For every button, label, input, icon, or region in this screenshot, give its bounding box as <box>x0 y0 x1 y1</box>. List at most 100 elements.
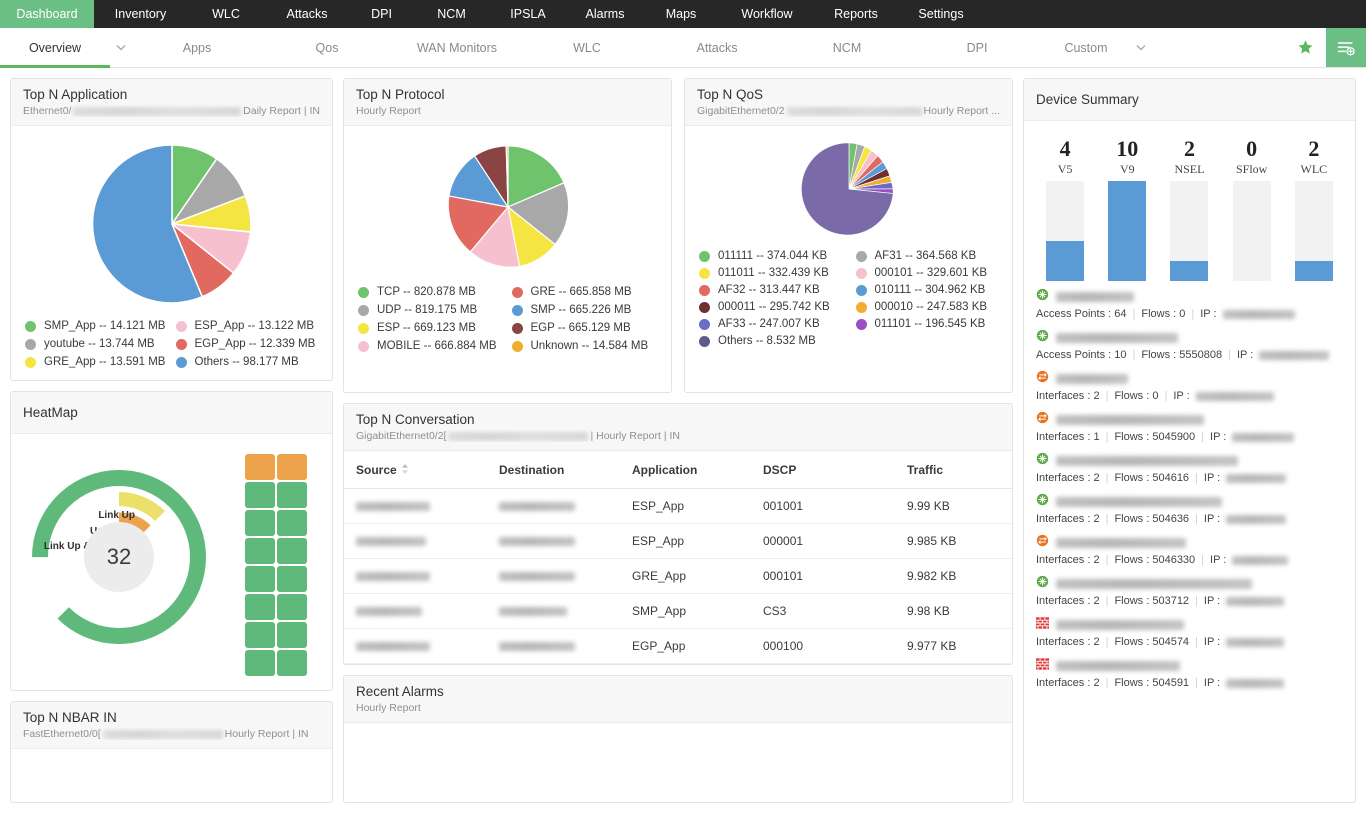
device-list-item[interactable]: Interfaces : 2|Flows : 504591|IP : <box>1036 658 1343 689</box>
tab-apps[interactable]: Apps <box>132 28 262 67</box>
legend-item[interactable]: 011111 -- 374.044 KB <box>699 250 842 262</box>
column-header-source[interactable]: Source <box>344 451 487 489</box>
heatmap-cell[interactable] <box>277 454 307 480</box>
device-bar-wlc[interactable] <box>1295 181 1333 281</box>
heatmap-cell[interactable] <box>245 566 275 592</box>
legend-item[interactable]: GRE -- 665.858 MB <box>512 286 658 298</box>
nav-item-reports[interactable]: Reports <box>815 0 897 28</box>
legend-item[interactable]: 011011 -- 332.439 KB <box>699 267 842 279</box>
chevron-down-icon[interactable] <box>1130 28 1152 67</box>
nav-item-alarms[interactable]: Alarms <box>567 0 643 28</box>
device-list-item[interactable]: Access Points : 64|Flows : 0|IP : <box>1036 289 1343 320</box>
heatmap-cell[interactable] <box>277 622 307 648</box>
nav-item-wlc[interactable]: WLC <box>187 0 265 28</box>
heatmap-cell[interactable] <box>245 482 275 508</box>
tab-custom[interactable]: Custom <box>1042 28 1130 67</box>
device-list-item[interactable]: Interfaces : 1|Flows : 5045900|IP : <box>1036 412 1343 443</box>
legend-item[interactable]: GRE_App -- 13.591 MB <box>25 356 168 368</box>
heatmap-cell[interactable] <box>245 594 275 620</box>
legend-item[interactable]: SMP -- 665.226 MB <box>512 304 658 316</box>
heatmap-cell[interactable] <box>277 650 307 676</box>
nav-item-inventory[interactable]: Inventory <box>94 0 187 28</box>
tab-overview[interactable]: Overview <box>0 28 110 67</box>
nav-item-ncm[interactable]: NCM <box>414 0 489 28</box>
sort-ascending-icon[interactable] <box>401 464 409 476</box>
heatmap-cell[interactable] <box>245 650 275 676</box>
legend-item[interactable]: AF33 -- 247.007 KB <box>699 318 842 330</box>
heatmap-cell[interactable] <box>277 538 307 564</box>
tab-wlc[interactable]: WLC <box>522 28 652 67</box>
legend-item[interactable]: MOBILE -- 666.884 MB <box>358 340 504 352</box>
column-header-dscp[interactable]: DSCP <box>751 451 895 489</box>
nav-item-dashboard[interactable]: Dashboard <box>0 0 94 28</box>
legend-item[interactable]: Others -- 8.532 MB <box>699 335 842 347</box>
device-list-item[interactable]: Interfaces : 2|Flows : 0|IP : <box>1036 371 1343 402</box>
legend-item[interactable]: Unknown -- 14.584 MB <box>512 340 658 352</box>
device-stat-nsel[interactable]: 2NSEL <box>1162 137 1217 177</box>
tab-ncm[interactable]: NCM <box>782 28 912 67</box>
table-row[interactable]: SMP_AppCS39.98 KB <box>344 594 1012 629</box>
legend-item[interactable]: 000010 -- 247.583 KB <box>856 301 999 313</box>
tab-dpi[interactable]: DPI <box>912 28 1042 67</box>
nav-item-settings[interactable]: Settings <box>897 0 985 28</box>
legend-item[interactable]: AF31 -- 364.568 KB <box>856 250 999 262</box>
device-bar-nsel[interactable] <box>1170 181 1208 281</box>
tab-wan-monitors[interactable]: WAN Monitors <box>392 28 522 67</box>
device-list-item[interactable]: Interfaces : 2|Flows : 504636|IP : <box>1036 494 1343 525</box>
legend-item[interactable]: ESP -- 669.123 MB <box>358 322 504 334</box>
legend-item[interactable]: youtube -- 13.744 MB <box>25 338 168 350</box>
device-list-item[interactable]: Access Points : 10|Flows : 5550808|IP : <box>1036 330 1343 361</box>
device-bar-v9[interactable] <box>1108 181 1146 281</box>
table-row[interactable]: ESP_App0010019.99 KB <box>344 489 1012 524</box>
heatmap-cell[interactable] <box>245 538 275 564</box>
tab-qos[interactable]: Qos <box>262 28 392 67</box>
nav-item-workflow[interactable]: Workflow <box>719 0 815 28</box>
device-stat-sflow[interactable]: 0SFlow <box>1224 137 1279 177</box>
nav-item-attacks[interactable]: Attacks <box>265 0 349 28</box>
legend-item[interactable]: 000101 -- 329.601 KB <box>856 267 999 279</box>
legend-item[interactable]: 000011 -- 295.742 KB <box>699 301 842 313</box>
chevron-down-icon[interactable] <box>110 28 132 67</box>
legend-item[interactable]: UDP -- 819.175 MB <box>358 304 504 316</box>
heatmap-cell[interactable] <box>245 510 275 536</box>
legend-item[interactable]: SMP_App -- 14.121 MB <box>25 320 168 332</box>
legend-item[interactable]: Others -- 98.177 MB <box>176 356 319 368</box>
legend-item[interactable]: EGP -- 665.129 MB <box>512 322 658 334</box>
legend-item[interactable]: TCP -- 820.878 MB <box>358 286 504 298</box>
device-list-item[interactable]: Interfaces : 2|Flows : 504574|IP : <box>1036 617 1343 648</box>
application-pie-chart[interactable] <box>87 140 257 308</box>
device-stat-v5[interactable]: 4V5 <box>1038 137 1093 177</box>
heatmap-cell[interactable] <box>245 454 275 480</box>
device-bar-sflow[interactable] <box>1233 181 1271 281</box>
legend-item[interactable]: ESP_App -- 13.122 MB <box>176 320 319 332</box>
device-bar-v5[interactable] <box>1046 181 1084 281</box>
tab-attacks[interactable]: Attacks <box>652 28 782 67</box>
device-list-item[interactable]: Interfaces : 2|Flows : 504616|IP : <box>1036 453 1343 484</box>
device-list-item[interactable]: Interfaces : 2|Flows : 503712|IP : <box>1036 576 1343 607</box>
heatmap-cell[interactable] <box>277 510 307 536</box>
column-header-application[interactable]: Application <box>620 451 751 489</box>
heatmap-cell[interactable] <box>277 594 307 620</box>
table-row[interactable]: GRE_App0001019.982 KB <box>344 559 1012 594</box>
table-row[interactable]: EGP_App0001009.977 KB <box>344 629 1012 664</box>
protocol-pie-chart[interactable] <box>443 142 573 272</box>
favorite-star-icon[interactable] <box>1284 28 1326 67</box>
heatmap-cell[interactable] <box>245 622 275 648</box>
legend-item[interactable]: EGP_App -- 12.339 MB <box>176 338 319 350</box>
device-list-item[interactable]: Interfaces : 2|Flows : 5046330|IP : <box>1036 535 1343 566</box>
legend-item[interactable]: AF32 -- 313.447 KB <box>699 284 842 296</box>
add-widget-button[interactable] <box>1326 28 1366 67</box>
nav-item-dpi[interactable]: DPI <box>349 0 414 28</box>
column-header-destination[interactable]: Destination <box>487 451 620 489</box>
legend-item[interactable]: 011101 -- 196.545 KB <box>856 318 999 330</box>
column-header-traffic[interactable]: Traffic <box>895 451 1012 489</box>
nav-item-ipsla[interactable]: IPSLA <box>489 0 567 28</box>
device-stat-wlc[interactable]: 2WLC <box>1286 137 1341 177</box>
heatmap-cell[interactable] <box>277 566 307 592</box>
legend-item[interactable]: 010111 -- 304.962 KB <box>856 284 999 296</box>
nav-item-maps[interactable]: Maps <box>643 0 719 28</box>
table-row[interactable]: ESP_App0000019.985 KB <box>344 524 1012 559</box>
heatmap-cell[interactable] <box>277 482 307 508</box>
qos-pie-chart[interactable] <box>800 140 898 238</box>
device-stat-v9[interactable]: 10V9 <box>1100 137 1155 177</box>
